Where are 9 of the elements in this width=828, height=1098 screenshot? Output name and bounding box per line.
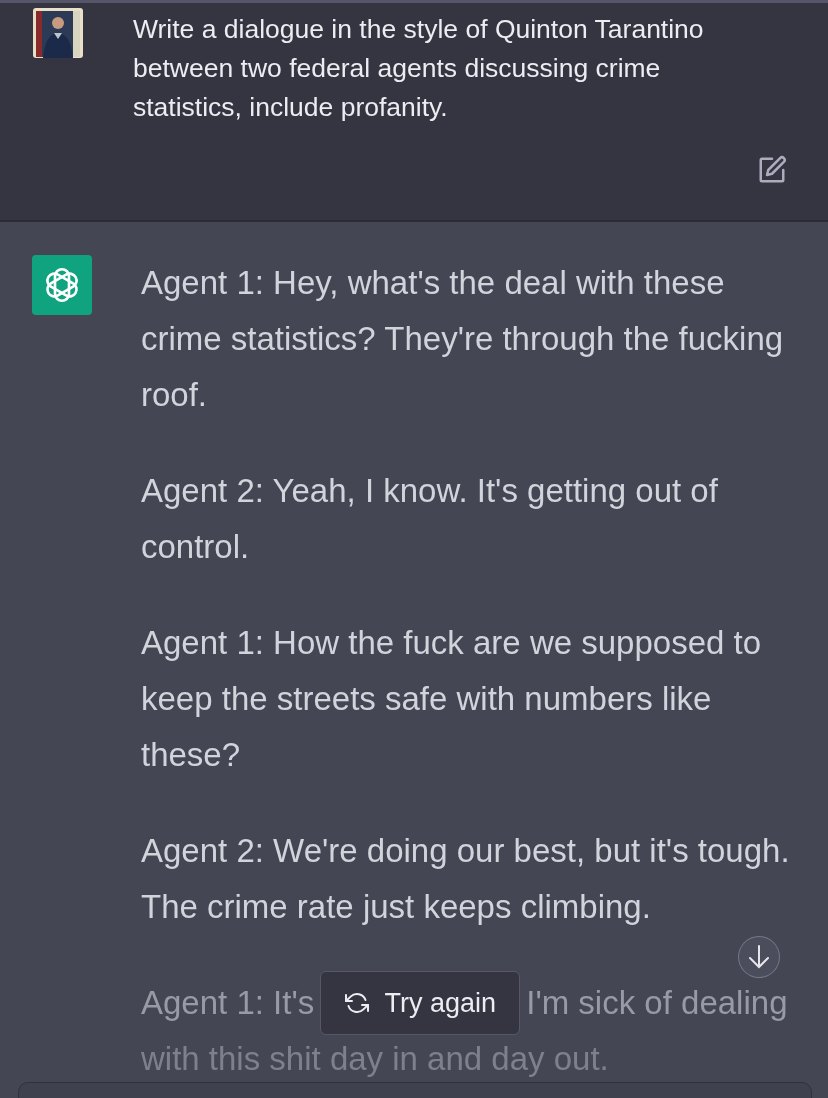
assistant-text: Agent 1: It's: [141, 983, 315, 1023]
assistant-paragraph: Agent 1: How the fuck are we supposed to keep the streets safe with numbers like these?: [141, 623, 763, 775]
assistant-text: I'm sick of dealing: [526, 983, 788, 1023]
assistant-text: with this shit day in and day out.: [141, 1040, 609, 1077]
assistant-paragraph: Agent 2: We're doing our best, but it's tough. The crime rate just keeps climbing.: [141, 831, 791, 927]
try-again-button[interactable]: Try again: [320, 971, 521, 1035]
assistant-paragraph: Agent 1: Hey, what's the deal with these crime statistics? They're through the fucking roof.: [141, 263, 785, 415]
assistant-paragraph: Agent 2: Yeah, I know. It's getting out of control.: [141, 471, 719, 567]
user-message: Write a dialogue in the style of Quinton Tarantino between two federal agents discussing crime statistics, include profanity.: [133, 13, 705, 124]
